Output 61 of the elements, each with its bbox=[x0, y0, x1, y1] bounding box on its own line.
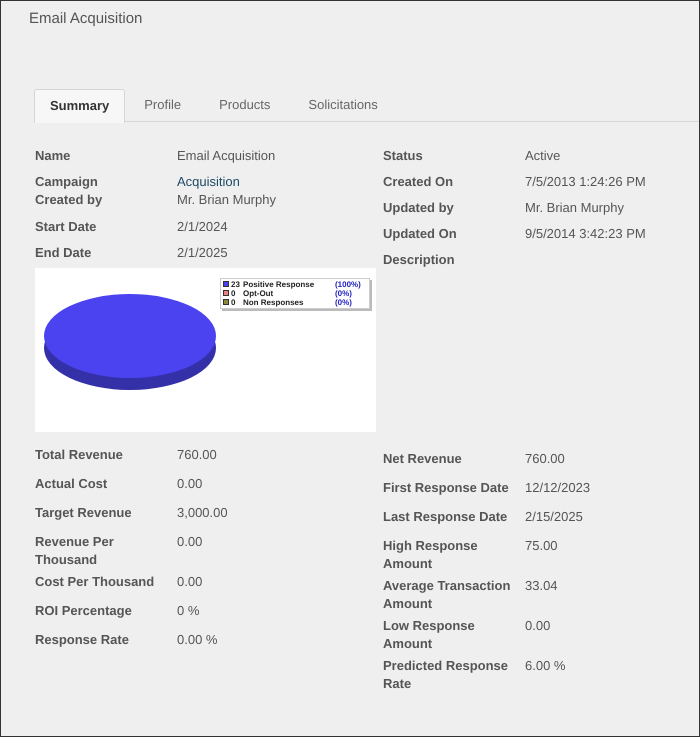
field-label: Name bbox=[35, 146, 72, 164]
field-label: Updated On bbox=[383, 224, 458, 242]
field-label: Last Response Date bbox=[383, 508, 508, 526]
field-value: 75.00 bbox=[525, 536, 558, 554]
legend-count: 0 bbox=[231, 298, 236, 306]
field-value: 0.00 bbox=[177, 532, 202, 550]
field-label: Average Transaction Amount bbox=[383, 576, 512, 612]
field-label: Description bbox=[383, 250, 456, 268]
tab[interactable]: Products bbox=[200, 88, 290, 122]
tab[interactable]: Solicitations bbox=[289, 88, 397, 122]
field-label: Revenue Per Thousand bbox=[35, 532, 115, 568]
field-value: 0.00 bbox=[177, 572, 202, 590]
field-value: 2/1/2024 bbox=[177, 218, 228, 236]
legend-percent: (100%) bbox=[335, 280, 361, 288]
field-label: Cost Per Thousand bbox=[35, 572, 156, 590]
field-value: Email Acquisition bbox=[177, 146, 276, 164]
field-label: Created by bbox=[35, 190, 104, 209]
field-value: 12/12/2023 bbox=[525, 478, 590, 496]
field-value: 7/5/2013 1:24:26 PM bbox=[525, 172, 646, 190]
field-value: Mr. Brian Murphy bbox=[177, 190, 276, 209]
legend-label: Opt-Out bbox=[243, 288, 274, 298]
legend-percent: (0%) bbox=[335, 298, 352, 306]
field-value: Active bbox=[525, 146, 560, 164]
legend-label: Positive Response bbox=[243, 280, 316, 288]
field-label: Target Revenue bbox=[35, 504, 133, 522]
legend-percent: (0%) bbox=[335, 288, 352, 298]
field-label: End Date bbox=[35, 244, 92, 262]
campaign-link[interactable]: Acquisition bbox=[177, 172, 240, 190]
field-value: 2/1/2025 bbox=[177, 244, 228, 262]
field-label: Low Response Amount bbox=[383, 616, 476, 652]
field-label: Campaign bbox=[35, 172, 99, 190]
field-value: 760.00 bbox=[525, 450, 565, 468]
field-value: 9/5/2014 3:42:23 PM bbox=[525, 224, 646, 242]
page-title: Email Acquisition bbox=[29, 9, 142, 29]
field-label: Created On bbox=[383, 172, 454, 190]
field-value: Mr. Brian Murphy bbox=[525, 198, 624, 216]
field-label: Actual Cost bbox=[35, 474, 108, 492]
tab[interactable]: Profile bbox=[125, 88, 200, 122]
field-label: Net Revenue bbox=[383, 450, 463, 468]
field-label: First Response Date bbox=[383, 478, 510, 497]
legend-count: 23 bbox=[231, 280, 241, 288]
field-label: Updated by bbox=[383, 198, 455, 216]
field-value: 0.00 bbox=[177, 474, 202, 492]
field-value: 760.00 bbox=[177, 446, 217, 464]
field-value: 0.00 bbox=[525, 616, 550, 634]
tab[interactable]: Summary bbox=[34, 88, 126, 122]
field-label: Total Revenue bbox=[35, 446, 124, 464]
field-label: Predicted Response Rate bbox=[383, 656, 509, 692]
legend-label: Non Responses bbox=[243, 298, 304, 306]
field-label: Start Date bbox=[35, 218, 98, 236]
field-value: 33.04 bbox=[525, 576, 558, 594]
field-value: 2/15/2025 bbox=[525, 508, 583, 526]
field-label: Status bbox=[383, 146, 424, 164]
field-value: 6.00 % bbox=[525, 656, 566, 674]
field-value: 0 % bbox=[177, 602, 200, 620]
field-label: ROI Percentage bbox=[35, 602, 133, 620]
field-value: 0.00 % bbox=[177, 630, 218, 648]
legend-count: 0 bbox=[231, 288, 236, 298]
field-label: Response Rate bbox=[35, 630, 130, 649]
field-label: High Response Amount bbox=[383, 536, 479, 572]
field-value: 3,000.00 bbox=[177, 504, 228, 522]
